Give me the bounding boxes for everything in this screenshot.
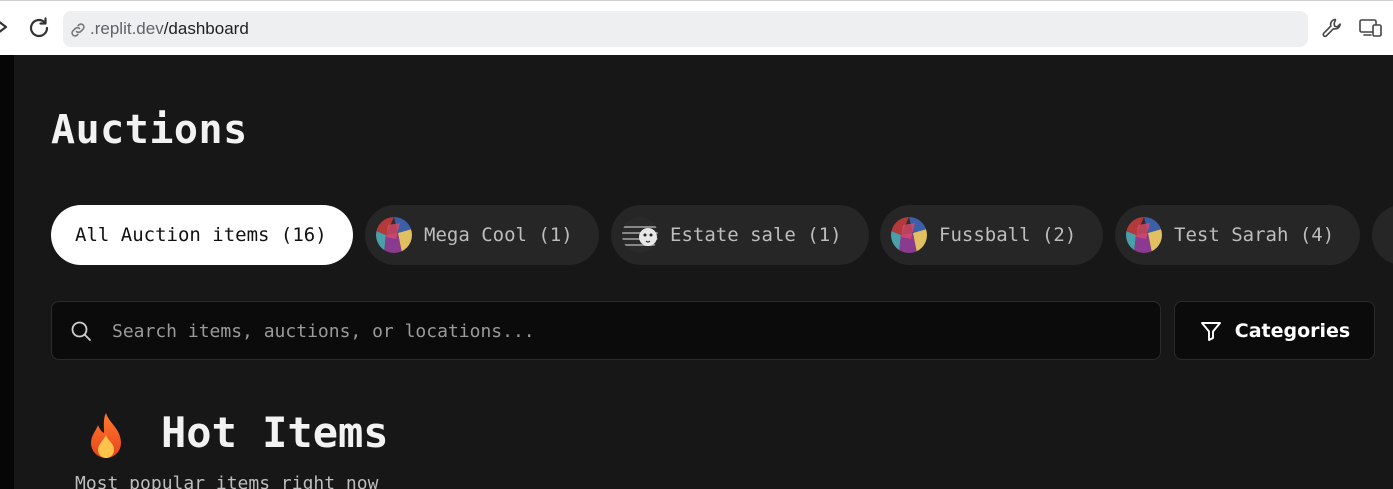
section-subtitle: Most popular items right now bbox=[75, 473, 379, 489]
fire-icon bbox=[91, 413, 121, 458]
auction-avatar bbox=[1126, 217, 1162, 253]
app-main: Auctions All Auction items (16) Mega Coo… bbox=[14, 55, 1393, 489]
sidebar-edge bbox=[0, 55, 14, 489]
address-bar[interactable]: .replit.dev/dashboard bbox=[63, 11, 1308, 47]
wrench-icon[interactable] bbox=[1321, 17, 1343, 39]
auction-avatar bbox=[891, 217, 927, 253]
devices-icon[interactable] bbox=[1358, 17, 1384, 39]
auction-avatar bbox=[376, 217, 412, 253]
filter-icon bbox=[1200, 321, 1221, 341]
filter-pill-overflow[interactable] bbox=[1372, 205, 1393, 265]
section-title: Hot Items bbox=[161, 408, 389, 457]
page-title: Auctions bbox=[51, 107, 248, 153]
forward-icon[interactable] bbox=[0, 15, 14, 39]
auction-avatar bbox=[622, 217, 658, 253]
browser-toolbar: .replit.dev/dashboard bbox=[0, 0, 1393, 55]
url-text: .replit.dev/dashboard bbox=[90, 11, 249, 47]
url-path: /dashboard bbox=[163, 19, 249, 38]
filter-pill-label: All Auction items (16) bbox=[75, 224, 327, 246]
filter-pill-fussball[interactable]: Fussball (2) bbox=[880, 205, 1103, 265]
filter-pill-all[interactable]: All Auction items (16) bbox=[51, 205, 353, 265]
categories-label: Categories bbox=[1234, 319, 1351, 342]
filter-pill-mega-cool[interactable]: Mega Cool (1) bbox=[365, 205, 599, 265]
filter-pill-label: Test Sarah (4) bbox=[1174, 224, 1335, 246]
filter-pill-test-sarah[interactable]: Test Sarah (4) bbox=[1115, 205, 1360, 265]
search-box bbox=[51, 301, 1161, 361]
filter-pill-label: Fussball (2) bbox=[939, 224, 1077, 246]
search-icon bbox=[71, 321, 91, 341]
filter-pill-label: Mega Cool (1) bbox=[424, 224, 573, 246]
url-host: .replit.dev bbox=[90, 19, 164, 38]
link-icon bbox=[71, 23, 85, 37]
filter-pill-label: Estate sale (1) bbox=[670, 224, 842, 246]
filter-pill-estate-sale[interactable]: Estate sale (1) bbox=[611, 205, 869, 265]
categories-button[interactable]: Categories bbox=[1174, 301, 1375, 360]
reload-icon[interactable] bbox=[26, 15, 52, 41]
search-input[interactable] bbox=[110, 302, 1144, 361]
